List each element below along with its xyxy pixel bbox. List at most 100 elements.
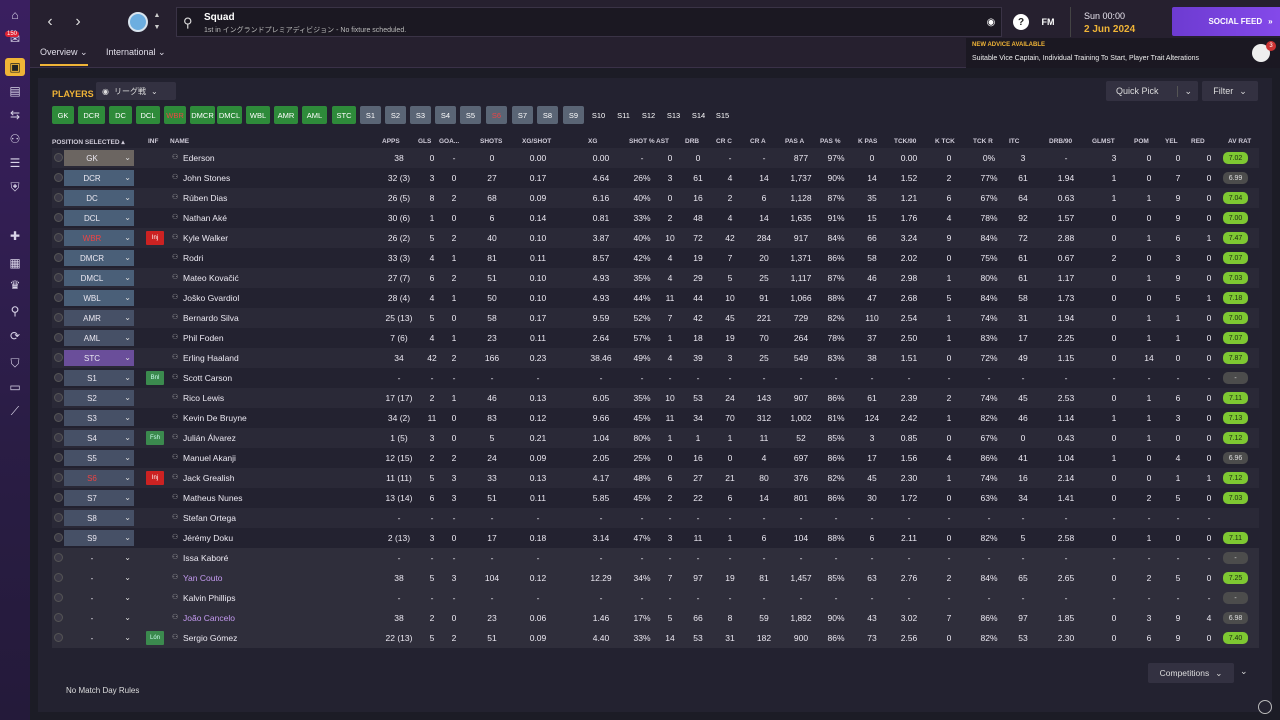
column-header-4[interactable]: GLS [418, 138, 431, 145]
player-name[interactable]: Rico Lewis [183, 393, 224, 403]
player-name[interactable]: Kevin De Bruyne [183, 413, 247, 423]
position-select[interactable]: - ⌄ [64, 630, 134, 646]
position-select[interactable]: S5 ⌄ [64, 450, 134, 466]
position-select[interactable]: S8 ⌄ [64, 510, 134, 526]
position-chip-s14[interactable]: S14 [688, 106, 709, 124]
table-row[interactable]: - ⌄ ⚇ Yan Couto 38 5 3 104 0.12 12.29 34% 7 97 19 81 1,… [52, 568, 1259, 588]
column-header-25[interactable]: RED [1191, 138, 1205, 145]
home-icon[interactable]: ⌂ [5, 6, 25, 24]
training-icon[interactable]: ⛨ [5, 178, 25, 196]
select-checkbox[interactable] [54, 273, 63, 282]
squad-icon[interactable]: ▣ [5, 58, 25, 76]
column-header-26[interactable]: AV RAT [1228, 138, 1251, 145]
position-chip-s7[interactable]: S7 [512, 106, 533, 124]
column-header-3[interactable]: APPS [382, 138, 400, 145]
column-header-14[interactable]: PAS A [785, 138, 804, 145]
club-switch-icon[interactable]: ▲ ▼ [152, 10, 162, 34]
position-chip-dcr[interactable]: DCR [78, 106, 105, 124]
column-header-9[interactable]: SHOT % [629, 138, 655, 145]
player-name[interactable]: Manuel Akanji [183, 453, 236, 463]
position-select[interactable]: S2 ⌄ [64, 390, 134, 406]
column-header-11[interactable]: DRB [685, 138, 699, 145]
select-checkbox[interactable] [54, 333, 63, 342]
player-name[interactable]: Ederson [183, 153, 215, 163]
schedule-icon[interactable]: ▦ [5, 254, 25, 272]
position-select[interactable]: AMR ⌄ [64, 310, 134, 326]
table-row[interactable]: S9 ⌄ ⚇ Jérémy Doku 2 (13) 3 0 17 0.18 3.14 47% 3 11 1… [52, 528, 1259, 548]
table-row[interactable]: DMCL ⌄ ⚇ Mateo Kovačić 27 (7) 6 2 51 0.10 4.93 35%… [52, 268, 1259, 288]
table-row[interactable]: - ⌄ ⚇ Kalvin Phillips - - - - - - - - - - - - - - - - - - - - - -… [52, 588, 1259, 608]
position-chip-s15[interactable]: S15 [712, 106, 733, 124]
column-header-10[interactable]: AST [656, 138, 669, 145]
filter-button[interactable]: Filter ⌄ [1202, 81, 1258, 101]
position-select[interactable]: - ⌄ [64, 550, 134, 566]
refresh-icon[interactable] [1258, 700, 1272, 714]
player-name[interactable]: Rúben Dias [183, 193, 227, 203]
position-chip-stc[interactable]: STC [332, 106, 356, 124]
select-checkbox[interactable] [54, 213, 63, 222]
column-header-24[interactable]: YEL [1165, 138, 1178, 145]
table-row[interactable]: WBL ⌄ ⚇ Joško Gvardiol 28 (4) 4 1 50 0.10 4.93 44%… [52, 288, 1259, 308]
player-name[interactable]: Erling Haaland [183, 353, 239, 363]
player-name[interactable]: Jérémy Doku [183, 533, 233, 543]
column-header-16[interactable]: K PAS [858, 138, 877, 145]
select-checkbox[interactable] [54, 353, 63, 362]
competitions-button[interactable]: Competitions ⌄ [1148, 663, 1234, 683]
player-name[interactable]: Mateo Kovačić [183, 273, 239, 283]
select-checkbox[interactable] [54, 193, 63, 202]
table-row[interactable]: DMCR ⌄ ⚇ Rodri 33 (3) 4 1 81 0.11 8.57 42% 4 19 7 20 1,… [52, 248, 1259, 268]
position-select[interactable]: WBR ⌄ [64, 230, 134, 246]
position-chip-s5[interactable]: S5 [460, 106, 481, 124]
position-select[interactable]: AML ⌄ [64, 330, 134, 346]
tactics-icon[interactable]: ▤ [5, 82, 25, 100]
position-chip-gk[interactable]: GK [52, 106, 74, 124]
position-chip-s10[interactable]: S10 [588, 106, 609, 124]
position-select[interactable]: S6 ⌄ [64, 470, 134, 486]
select-checkbox[interactable] [54, 433, 63, 442]
select-checkbox[interactable] [54, 573, 63, 582]
position-chip-dmcl[interactable]: DMCL [217, 106, 242, 124]
select-checkbox[interactable] [54, 373, 63, 382]
position-select[interactable]: S7 ⌄ [64, 490, 134, 506]
position-select[interactable]: DMCL ⌄ [64, 270, 134, 286]
staff-icon[interactable]: ⚇ [5, 130, 25, 148]
tab-international[interactable]: International ⌄ [106, 47, 166, 58]
column-header-7[interactable]: XG/SHOT [522, 138, 551, 145]
player-name[interactable]: Issa Kaboré [183, 553, 228, 563]
column-header-5[interactable]: GOA... [439, 138, 459, 145]
table-row[interactable]: S4 ⌄ Fsh ⚇ Julián Álvarez 1 (5) 3 0 5 0.21 1.04 80%… [52, 428, 1259, 448]
player-name[interactable]: Bernardo Silva [183, 313, 239, 323]
position-select[interactable]: DC ⌄ [64, 190, 134, 206]
search-icon[interactable]: ⚲ [183, 15, 197, 30]
quick-pick-button[interactable]: Quick Pick ⌄ [1106, 81, 1198, 101]
column-header-19[interactable]: TCK R [973, 138, 993, 145]
select-checkbox[interactable] [54, 513, 63, 522]
table-row[interactable]: - ⌄ ⚇ João Cancelo 38 2 0 23 0.06 1.46 17% 5 66 8 59 1,… [52, 608, 1259, 628]
position-select[interactable]: WBL ⌄ [64, 290, 134, 306]
select-checkbox[interactable] [54, 233, 63, 242]
select-checkbox[interactable] [54, 313, 63, 322]
scouting-icon[interactable]: ⚲ [5, 302, 25, 320]
table-row[interactable]: WBR ⌄ Inj ⚇ Kyle Walker 26 (2) 5 2 40 0.10 3.87 40%… [52, 228, 1259, 248]
position-chip-wbl[interactable]: WBL [246, 106, 270, 124]
tab-overview[interactable]: Overview ⌄ [40, 47, 88, 66]
column-header-1[interactable]: INF [148, 138, 158, 145]
player-name[interactable]: Kyle Walker [183, 233, 228, 243]
position-chip-s11[interactable]: S11 [613, 106, 634, 124]
game-controller-icon[interactable]: ◉ [983, 14, 999, 30]
social-feed-button[interactable]: SOCIAL FEED » [1172, 7, 1280, 36]
column-header-18[interactable]: K TCK [935, 138, 955, 145]
table-row[interactable]: S7 ⌄ ⚇ Matheus Nunes 13 (14) 6 3 51 0.11 5.85 45% 2… [52, 488, 1259, 508]
position-chip-wbr[interactable]: WBR [164, 106, 186, 124]
select-checkbox[interactable] [54, 293, 63, 302]
table-row[interactable]: DCL ⌄ ⚇ Nathan Aké 30 (6) 1 0 6 0.14 0.81 33% 2 48 4 1… [52, 208, 1259, 228]
position-chip-dcl[interactable]: DCL [136, 106, 160, 124]
player-name[interactable]: Kalvin Phillips [183, 593, 235, 603]
club-info-icon[interactable]: ⛉ [5, 354, 25, 372]
position-select[interactable]: - ⌄ [64, 570, 134, 586]
table-row[interactable]: DCR ⌄ ⚇ John Stones 32 (3) 3 0 27 0.17 4.64 26% 3 61… [52, 168, 1259, 188]
column-header-22[interactable]: GLMST [1092, 138, 1115, 145]
position-chip-s8[interactable]: S8 [537, 106, 558, 124]
player-name[interactable]: Matheus Nunes [183, 493, 243, 503]
player-name[interactable]: John Stones [183, 173, 230, 183]
